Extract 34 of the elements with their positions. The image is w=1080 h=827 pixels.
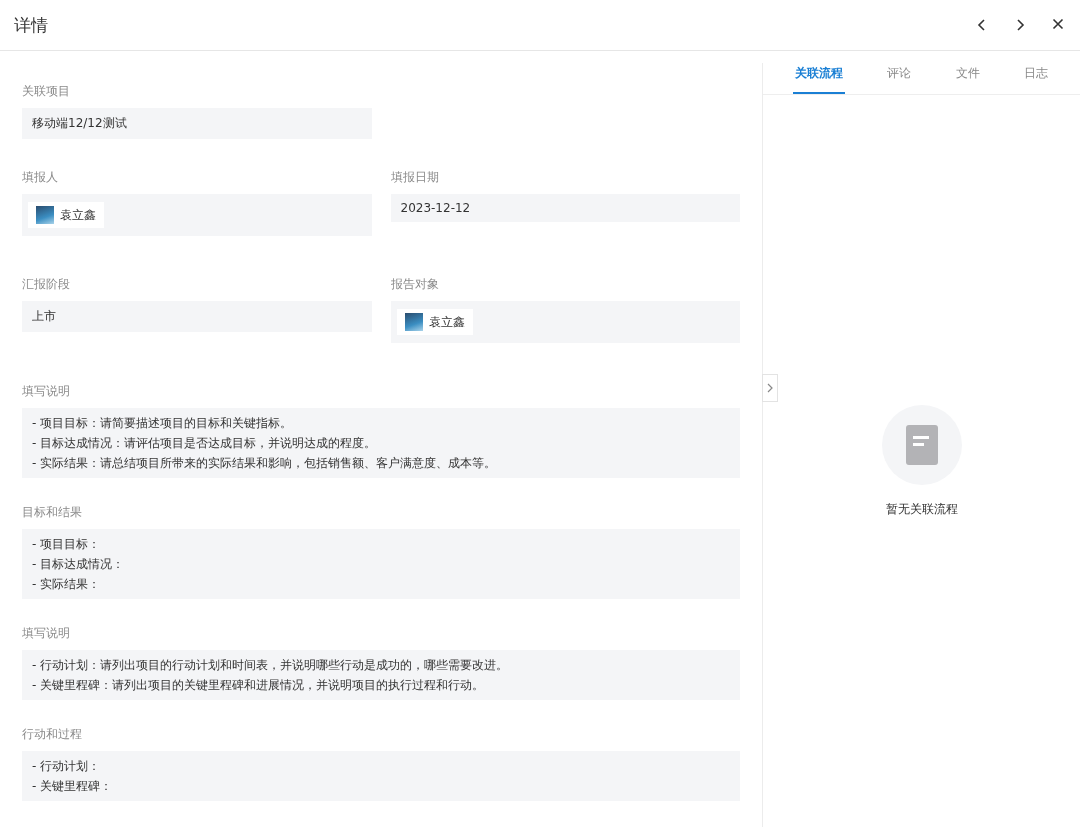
person-name: 袁立鑫 [60,206,96,224]
field-value: 移动端12/12测试 [22,108,372,139]
avatar-icon [36,206,54,224]
tab[interactable]: 评论 [885,63,914,94]
field-label: 填写说明 [22,383,71,400]
tab[interactable]: 关联流程 [793,63,846,94]
chevron-right-icon [767,383,773,393]
field-text-line: - 实际结果：请总结项目所带来的实际结果和影响，包括销售额、客户满意度、成本等。 [32,455,498,472]
field-text-line: - 项目目标： [32,536,102,553]
field-text-line: - 行动计划：请列出项目的行动计划和时间表，并说明哪些行动是成功的，哪些需要改进。 [32,657,510,674]
avatar-icon [404,313,423,331]
field-text-line: - 项目目标：请简要描述项目的目标和关键指标。 [32,415,294,432]
empty-state-text: 暂无关联流程 [885,501,958,518]
field-label: 行动和过程 [22,726,83,743]
field-text-line: - 行动计划： [32,758,102,775]
field-value: 2023-12-12 [390,194,740,222]
empty-document-icon [881,405,962,485]
tab[interactable]: 日志 [1021,63,1050,94]
field-value: 上市 [22,301,372,332]
field-label: 填报日期 [390,169,440,186]
dialog-title: 详情 [14,13,48,37]
field-label: 报告对象 [390,276,440,293]
tab[interactable]: 文件 [953,63,982,94]
person-name: 袁立鑫 [428,313,465,331]
field-label: 关联项目 [22,83,71,100]
field-label: 填报人 [22,169,59,186]
field-text-line: - 实际结果： [32,576,102,593]
field-label: 汇报阶段 [22,276,71,293]
field-text-line: - 关键里程碑：请列出项目的关键里程碑和进展情况，并说明项目的执行过程和行动。 [32,677,486,694]
field-label: 填写说明 [22,625,71,642]
field-text-line: - 关键里程碑： [32,778,114,795]
field-text-line: - 目标达成情况： [32,556,126,573]
field-label: 目标和结果 [22,504,83,521]
field-text-line: - 目标达成情况：请评估项目是否达成目标，并说明达成的程度。 [32,435,378,452]
